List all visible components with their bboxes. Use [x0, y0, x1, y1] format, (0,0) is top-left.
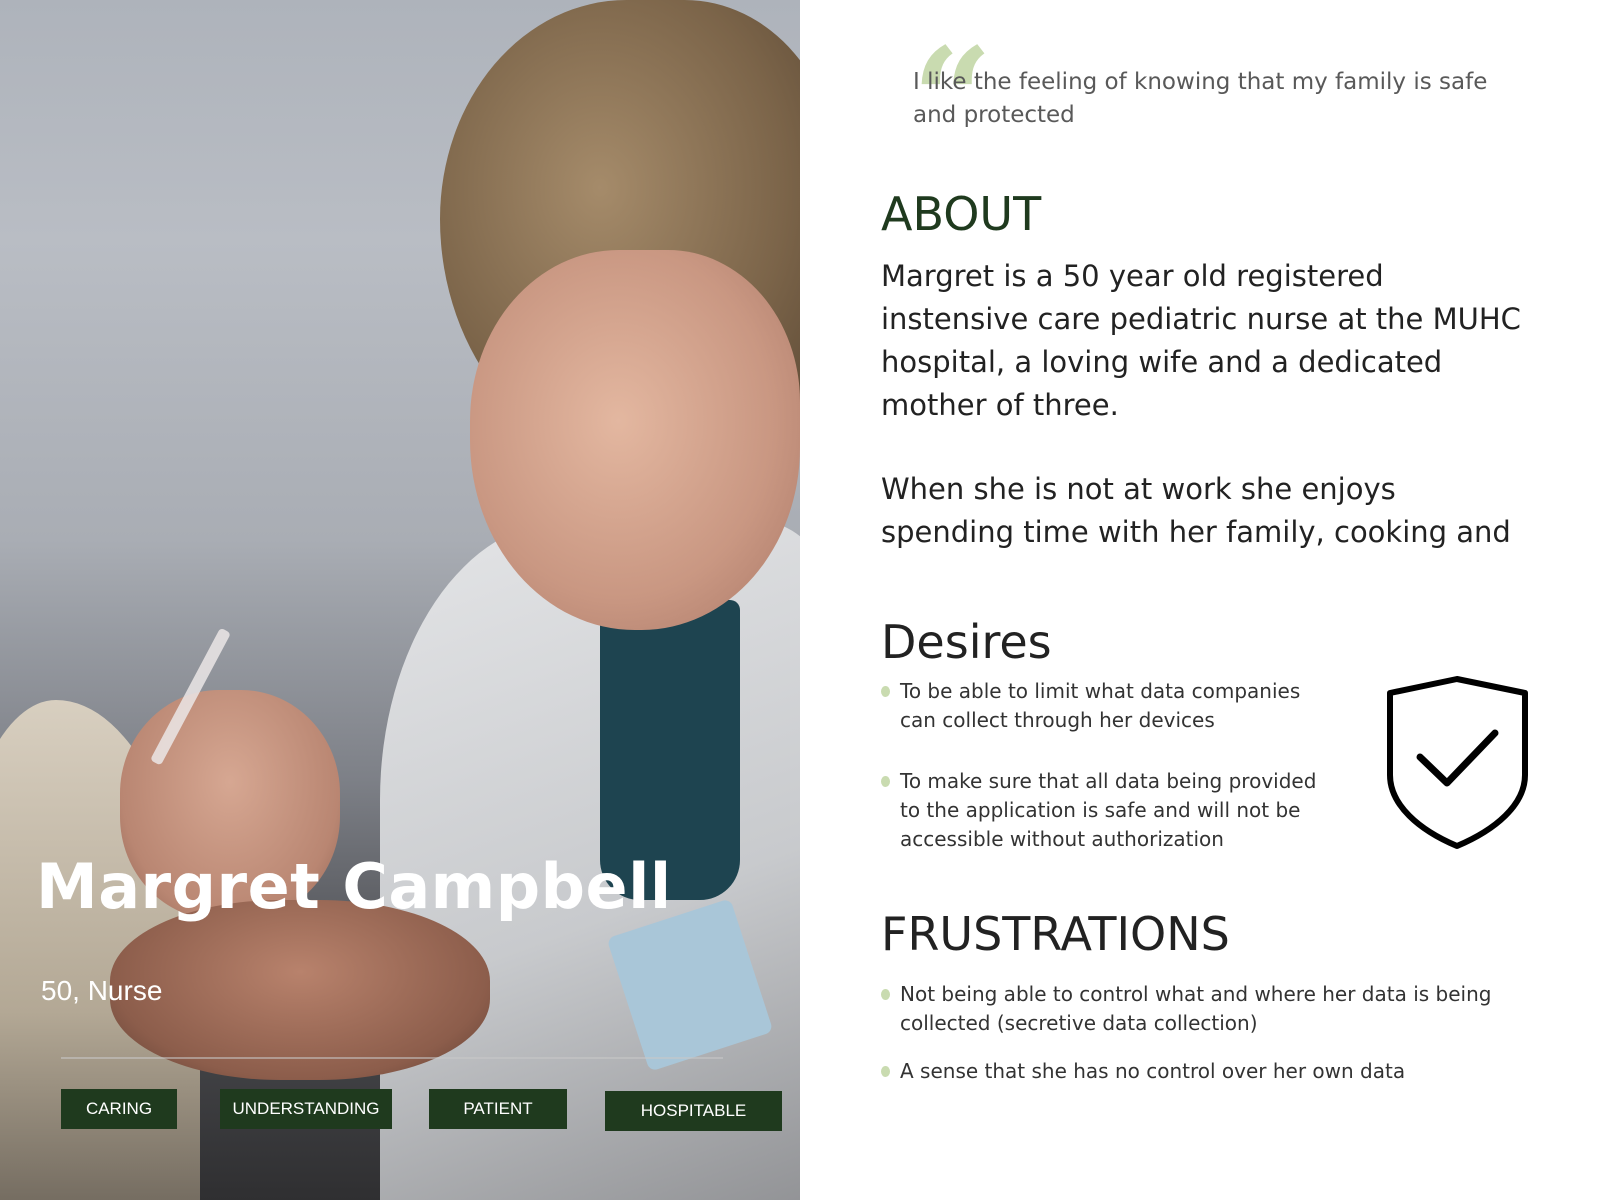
- frustration-text: A sense that she has no control over her…: [900, 1059, 1406, 1083]
- photo-face: [470, 250, 800, 630]
- bullet-dot: [881, 989, 890, 1000]
- desire-item: To be able to limit what data companies …: [881, 677, 1330, 735]
- persona-age-occupation: 50, Nurse: [41, 975, 163, 1006]
- desire-text: To make sure that all data being provide…: [900, 769, 1317, 851]
- desire-item: To make sure that all data being provide…: [881, 767, 1340, 854]
- about-paragraph: Margret is a 50 year old registered inst…: [881, 259, 1521, 422]
- trait-badge: UNDERSTANDING: [220, 1089, 392, 1129]
- persona-photo: Margret Campbell 50, Nurse CARING UNDERS…: [0, 0, 800, 1200]
- frustration-item: A sense that she has no control over her…: [881, 1057, 1520, 1086]
- trait-badge: PATIENT: [429, 1089, 567, 1129]
- persona-name: Margret Campbell: [36, 850, 672, 923]
- shield-check-icon: [1387, 676, 1528, 849]
- frustration-item: Not being able to control what and where…: [881, 980, 1520, 1038]
- frustration-text: Not being able to control what and where…: [900, 982, 1492, 1035]
- persona-quote: I like the feeling of knowing that my fa…: [913, 69, 1488, 128]
- desire-text: To be able to limit what data companies …: [900, 679, 1301, 732]
- desires-title: Desires: [881, 615, 1052, 669]
- divider: [61, 1057, 723, 1059]
- bullet-dot: [881, 1066, 890, 1077]
- photo-lower-hands: [110, 900, 490, 1080]
- frustrations-title: FRUSTRATIONS: [881, 907, 1230, 961]
- trait-badge: CARING: [61, 1089, 177, 1129]
- about-title: ABOUT: [881, 187, 1042, 241]
- trait-badge: HOSPITABLE: [605, 1091, 782, 1131]
- bullet-dot: [881, 686, 890, 697]
- bullet-dot: [881, 776, 890, 787]
- about-paragraph: When she is not at work she enjoys spend…: [881, 472, 1511, 549]
